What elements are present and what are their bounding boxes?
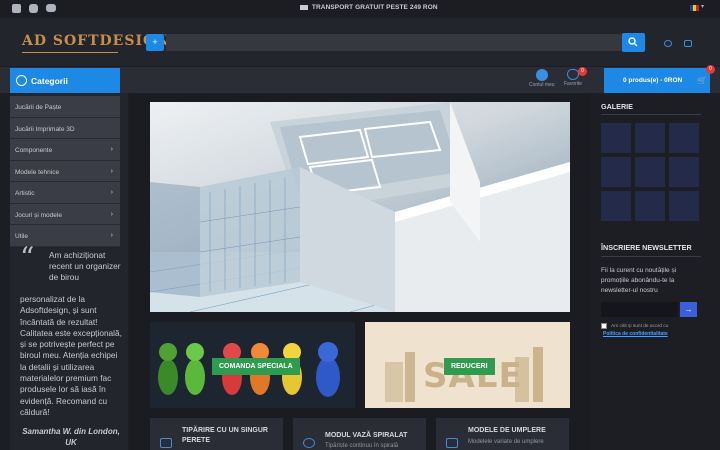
menu-item-label: Jocuri și modele: [15, 211, 62, 219]
testimonial-text: personalizat de la Adsoftdesign, și sunt…: [20, 294, 122, 417]
search-icon: [628, 37, 638, 47]
gallery-thumbnail[interactable]: [601, 123, 631, 153]
menu-icon: [16, 75, 27, 86]
feature-card-infill-patterns[interactable]: MODELE DE UMPLERE Modelele variate de um…: [436, 418, 569, 450]
chat-icon[interactable]: [664, 40, 672, 47]
consent-text: Am citit și sunt de acord cu: [611, 324, 669, 329]
special-order-button[interactable]: COMANDA SPECIALA: [212, 358, 300, 375]
free-shipping-notice: TRANSPORT GRATUIT PESTE 249 RON: [300, 4, 438, 11]
menu-item-label: Artistic: [15, 190, 35, 197]
language-chevron-icon[interactable]: ▾: [701, 3, 704, 10]
newsletter-submit-button[interactable]: →: [680, 302, 697, 317]
newsletter-description: Fii la curent cu noutățile și promoțiile…: [601, 267, 677, 294]
social-links: [12, 4, 56, 13]
privacy-policy-link[interactable]: Politica de confidentialitate: [603, 331, 668, 337]
consent-checkbox[interactable]: [601, 323, 607, 329]
facebook-icon[interactable]: [12, 4, 21, 13]
gallery-thumbnail[interactable]: [669, 123, 699, 153]
menu-item-games-models[interactable]: Jocuri și modele ›: [10, 203, 120, 225]
categories-label: Categorii: [31, 76, 68, 86]
feature-card-title: MODUL VAZĂ SPIRALAT: [325, 432, 408, 439]
feature-card-subtitle: Modelele variate de umplere: [468, 439, 544, 445]
testimonial-text-start: Am achiziționat recent un organizer de b…: [49, 250, 121, 283]
discounts-button[interactable]: REDUCERI: [444, 358, 495, 375]
youtube-icon[interactable]: [46, 4, 56, 12]
gallery-grid: [601, 123, 701, 221]
user-icon: [535, 69, 548, 81]
divider: [601, 114, 701, 115]
flag-ro-icon[interactable]: [690, 5, 699, 11]
feature-card-single-wall[interactable]: TIPĂRIRE CU UN SINGUR PERETE: [150, 418, 283, 450]
menu-item-label: Utile: [15, 233, 29, 240]
special-order-banner[interactable]: COMANDA SPECIALA: [150, 322, 355, 408]
chevron-right-icon: ›: [110, 210, 113, 218]
menu-item-label: Modele tehnice: [15, 168, 60, 176]
gallery-thumbnail[interactable]: [601, 157, 631, 187]
gallery-thumbnail[interactable]: [601, 191, 631, 221]
chevron-right-icon: ›: [110, 146, 113, 153]
instagram-icon[interactable]: [29, 4, 38, 13]
quote-icon: “: [20, 241, 35, 274]
gallery-thumbnail[interactable]: [635, 123, 665, 153]
gallery-thumbnail[interactable]: [635, 157, 665, 187]
menu-item-technical-models[interactable]: Modele tehnice ›: [10, 160, 120, 182]
cart-icon: 🛒: [697, 76, 707, 85]
favorites-count-badge: 0: [578, 67, 587, 76]
feature-icon: [303, 438, 315, 448]
site-header: AD SOFTDESIGN +: [0, 18, 720, 66]
favorites-label: Favorite: [564, 81, 583, 87]
account-link[interactable]: Contul meu: [529, 69, 555, 88]
truck-icon: [300, 4, 308, 10]
chevron-right-icon: ›: [110, 167, 113, 175]
top-bar: TRANSPORT GRATUIT PESTE 249 RON ▾: [0, 0, 720, 18]
cart-button[interactable]: 0 produs(e) - 0RON 🛒: [604, 68, 710, 93]
menu-item-label: Componente: [15, 147, 53, 154]
search-category-button[interactable]: +: [146, 34, 164, 51]
cart-label: 0 produs(e) - 0RON: [623, 77, 683, 84]
free-shipping-text: TRANSPORT GRATUIT PESTE 249 RON: [311, 4, 438, 11]
feature-icon: [160, 438, 172, 448]
cart-count-badge: 0: [706, 65, 715, 74]
gallery-thumbnail[interactable]: [635, 191, 665, 221]
chevron-right-icon: ›: [110, 232, 113, 239]
feature-card-spiral-vase[interactable]: MODUL VAZĂ SPIRALAT Tipăriște continuu î…: [293, 418, 426, 450]
menu-item-components[interactable]: Componente ›: [10, 139, 120, 161]
logo-underline: [22, 52, 118, 53]
hero-image[interactable]: [150, 102, 570, 312]
menu-item-easter-toys[interactable]: Jucării de Paște: [10, 96, 120, 118]
menu-item-3d-toys[interactable]: Jucării Imprimate 3D: [10, 117, 120, 139]
feature-card-title: MODELE DE UMPLERE: [468, 427, 546, 434]
account-label: Contul meu: [529, 82, 555, 88]
testimonial-author: Samantha W. din London, UK: [22, 427, 120, 447]
chevron-right-icon: ›: [110, 189, 113, 196]
gallery-thumbnail[interactable]: [669, 157, 699, 187]
feature-icon: [446, 438, 458, 448]
feature-card-subtitle: Tipăriște continuu în spirală: [325, 443, 399, 449]
category-menu: Jucării de Paște Jucării Imprimate 3D Co…: [10, 96, 120, 247]
menu-item-artistic[interactable]: Artistic ›: [10, 182, 120, 204]
search-input[interactable]: [166, 34, 622, 51]
building-illustration: [150, 102, 570, 312]
discounts-banner[interactable]: SALE REDUCERI: [365, 322, 570, 408]
menu-item-label: Jucării Imprimate 3D: [15, 125, 75, 133]
divider: [601, 256, 701, 257]
feature-card-title: TIPĂRIRE CU UN SINGUR PERETE: [182, 427, 268, 444]
search-button[interactable]: [622, 33, 645, 52]
categories-button[interactable]: Categorii: [10, 68, 120, 93]
gallery-thumbnail[interactable]: [669, 191, 699, 221]
newsletter-title: ÎNSCRIERE NEWSLETTER: [601, 243, 692, 252]
newsletter-email-input[interactable]: [601, 302, 678, 317]
mail-icon[interactable]: [684, 40, 692, 47]
menu-item-label: Jucării de Paște: [15, 104, 62, 111]
gallery-title: GALERIE: [601, 102, 633, 111]
